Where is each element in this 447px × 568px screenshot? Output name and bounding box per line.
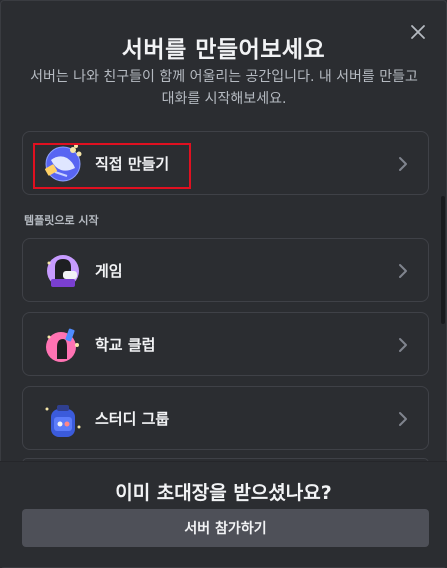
chevron-right-icon — [399, 338, 407, 352]
template-school-club-label: 학교 클럽 — [95, 335, 156, 354]
modal-footer: 이미 초대장을 받으셨나요? 서버 참가하기 — [0, 461, 447, 567]
school-club-icon — [46, 328, 79, 362]
chevron-right-icon — [399, 412, 407, 426]
modal-subtitle: 서버는 나와 친구들이 함께 어울리는 공간입니다. 내 서버를 만들고 대화를… — [30, 69, 418, 107]
chevron-right-icon — [399, 157, 407, 171]
template-study-group[interactable]: 스터디 그룹 — [22, 386, 429, 450]
invite-question: 이미 초대장을 받으셨나요? — [115, 482, 332, 504]
template-gaming[interactable]: 게임 — [22, 238, 429, 302]
template-section-label: 템플릿으로 시작 — [24, 214, 99, 227]
modal-title: 서버를 만들어보세요 — [121, 37, 326, 63]
template-study-group-label: 스터디 그룹 — [95, 409, 170, 428]
gaming-icon — [47, 255, 79, 287]
chevron-right-icon — [399, 264, 407, 278]
join-server-button[interactable]: 서버 참가하기 — [22, 509, 429, 547]
template-gaming-label: 게임 — [95, 261, 123, 280]
close-icon[interactable] — [410, 24, 426, 40]
template-school-club[interactable]: 학교 클럽 — [22, 312, 429, 376]
close-button[interactable] — [408, 22, 428, 42]
scrollbar-thumb[interactable] — [441, 196, 445, 324]
study-group-icon — [45, 405, 81, 437]
selection-highlight — [33, 143, 191, 189]
